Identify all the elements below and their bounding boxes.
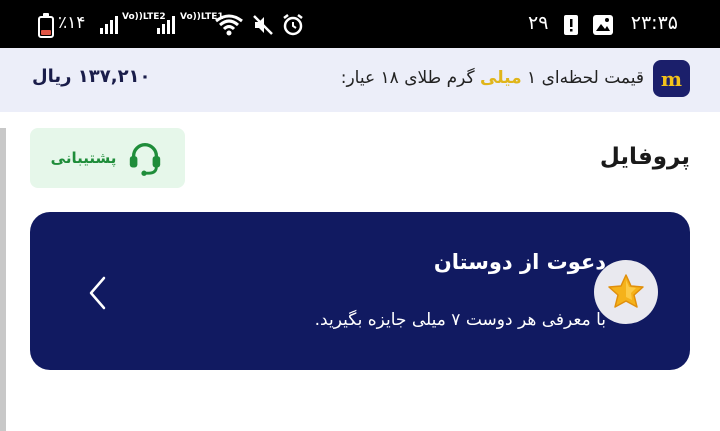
invite-subtitle: با معرفی هر دوست ۷ میلی جایزه بگیرید. bbox=[314, 310, 606, 330]
invite-friends-card[interactable] bbox=[30, 212, 690, 370]
price-value: ۱۳۷,۲۱۰ ریال bbox=[32, 66, 151, 87]
wifi-icon bbox=[215, 14, 243, 36]
signal-icon bbox=[157, 14, 177, 34]
clock-time: ۲۳:۳۵ bbox=[630, 12, 678, 34]
app-logo: m bbox=[653, 60, 690, 97]
signal-icon bbox=[100, 14, 120, 34]
date-number: ۲۹ bbox=[528, 12, 549, 34]
price-label: قیمت لحظه‌ای ۱ میلی گرم طلای ۱۸ عیار: bbox=[340, 68, 644, 88]
chevron-left-icon[interactable] bbox=[86, 275, 110, 311]
image-icon bbox=[593, 15, 613, 35]
alert-icon bbox=[564, 15, 578, 35]
page-title: پروفایل bbox=[599, 144, 690, 170]
battery-percent: ٪۱۴ bbox=[58, 13, 86, 33]
headset-icon bbox=[130, 143, 161, 176]
support-button[interactable]: پشتیبانی bbox=[30, 128, 185, 188]
support-label: پشتیبانی bbox=[50, 149, 117, 167]
star-icon bbox=[608, 274, 644, 308]
mute-icon bbox=[253, 15, 273, 35]
status-bar: ٪۱۴ Vo)) LTE2 Vo)) LTE1 ۲۹ ۲۳:۳۵ bbox=[0, 0, 720, 48]
scrollbar[interactable] bbox=[0, 128, 6, 431]
battery-icon bbox=[38, 13, 54, 38]
invite-title: دعوت از دوستان bbox=[433, 250, 606, 274]
alarm-icon bbox=[283, 14, 303, 36]
price-unit-highlight: میلی bbox=[480, 68, 522, 88]
